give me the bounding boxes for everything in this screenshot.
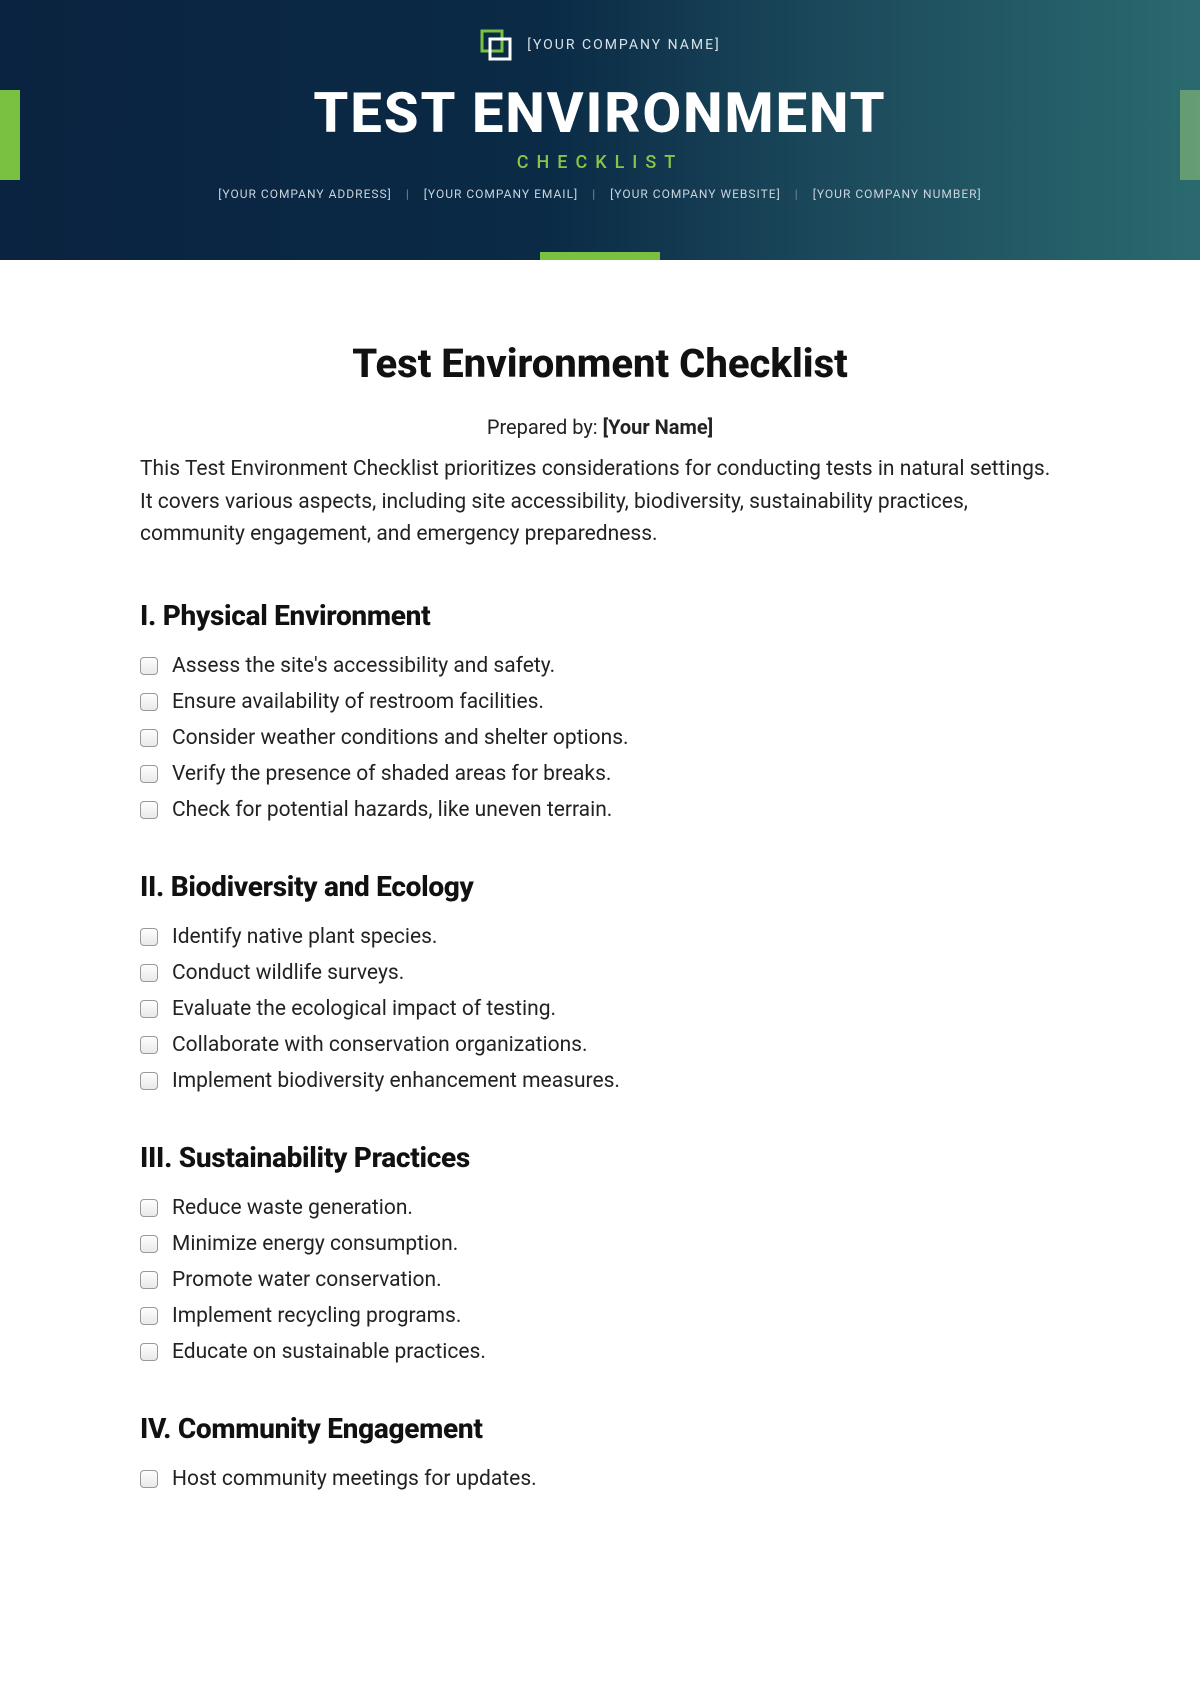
banner-title: TEST ENVIRONMENT <box>0 80 1200 146</box>
checklist-item: Ensure availability of restroom faciliti… <box>140 690 1060 714</box>
banner-subtitle: CHECKLIST <box>0 152 1200 173</box>
checklist-item: Assess the site's accessibility and safe… <box>140 654 1060 678</box>
checklist-item: Check for potential hazards, like uneven… <box>140 798 1060 822</box>
checklist-item-label: Host community meetings for updates. <box>172 1467 537 1491</box>
checkbox-icon[interactable] <box>140 928 158 946</box>
checkbox-icon[interactable] <box>140 801 158 819</box>
checkbox-icon[interactable] <box>140 1235 158 1253</box>
contact-address: [YOUR COMPANY ADDRESS] <box>218 187 392 201</box>
checklist-item-label: Conduct wildlife surveys. <box>172 961 404 985</box>
checkbox-icon[interactable] <box>140 693 158 711</box>
section-heading: I. Physical Environment <box>140 599 1060 632</box>
contact-email: [YOUR COMPANY EMAIL] <box>424 187 578 201</box>
header-banner: [YOUR COMPANY NAME] TEST ENVIRONMENT CHE… <box>0 0 1200 260</box>
checkbox-icon[interactable] <box>140 657 158 675</box>
banner-underline-accent <box>540 252 660 260</box>
checklist-item-label: Reduce waste generation. <box>172 1196 413 1220</box>
checklist-item-label: Educate on sustainable practices. <box>172 1340 486 1364</box>
checklist-item: Host community meetings for updates. <box>140 1467 1060 1491</box>
prepared-by-label: Prepared by: <box>487 415 603 439</box>
logo-row: [YOUR COMPANY NAME] <box>0 28 1200 62</box>
checklist-item-label: Implement biodiversity enhancement measu… <box>172 1069 620 1093</box>
checklist-item: Minimize energy consumption. <box>140 1232 1060 1256</box>
checklist-item: Conduct wildlife surveys. <box>140 961 1060 985</box>
checkbox-icon[interactable] <box>140 729 158 747</box>
section-heading: II. Biodiversity and Ecology <box>140 870 1060 903</box>
checklist-item: Educate on sustainable practices. <box>140 1340 1060 1364</box>
checkbox-icon[interactable] <box>140 1271 158 1289</box>
prepared-by-name: [Your Name] <box>603 415 714 439</box>
checkbox-icon[interactable] <box>140 1343 158 1361</box>
checkbox-icon[interactable] <box>140 964 158 982</box>
checkbox-icon[interactable] <box>140 1036 158 1054</box>
checkbox-icon[interactable] <box>140 765 158 783</box>
page-body: Test Environment Checklist Prepared by: … <box>100 260 1100 1543</box>
checklist-item-label: Minimize energy consumption. <box>172 1232 458 1256</box>
section-physical-environment: I. Physical Environment Assess the site'… <box>140 599 1060 822</box>
checklist-item: Identify native plant species. <box>140 925 1060 949</box>
checkbox-icon[interactable] <box>140 1307 158 1325</box>
contact-number: [YOUR COMPANY NUMBER] <box>813 187 982 201</box>
checklist-item-label: Verify the presence of shaded areas for … <box>172 762 611 786</box>
section-biodiversity-ecology: II. Biodiversity and Ecology Identify na… <box>140 870 1060 1093</box>
separator: | <box>406 187 410 201</box>
checkbox-icon[interactable] <box>140 1470 158 1488</box>
company-name: [YOUR COMPANY NAME] <box>527 37 721 53</box>
checklist-item: Implement biodiversity enhancement measu… <box>140 1069 1060 1093</box>
prepared-by-row: Prepared by: [Your Name] <box>140 415 1060 439</box>
intro-paragraph: This Test Environment Checklist prioriti… <box>140 453 1060 551</box>
checklist-item: Evaluate the ecological impact of testin… <box>140 997 1060 1021</box>
checklist-item: Reduce waste generation. <box>140 1196 1060 1220</box>
contact-website: [YOUR COMPANY WEBSITE] <box>610 187 781 201</box>
checklist-item-label: Ensure availability of restroom faciliti… <box>172 690 544 714</box>
checkbox-icon[interactable] <box>140 1000 158 1018</box>
checkbox-icon[interactable] <box>140 1072 158 1090</box>
checklist-item: Implement recycling programs. <box>140 1304 1060 1328</box>
checklist-item-label: Identify native plant species. <box>172 925 437 949</box>
banner-contact-row: [YOUR COMPANY ADDRESS] | [YOUR COMPANY E… <box>0 187 1200 201</box>
accent-bar-left <box>0 90 20 180</box>
checklist-item-label: Assess the site's accessibility and safe… <box>172 654 555 678</box>
checklist-item-label: Collaborate with conservation organizati… <box>172 1033 588 1057</box>
section-heading: III. Sustainability Practices <box>140 1141 1060 1174</box>
company-logo-icon <box>479 28 513 62</box>
checkbox-icon[interactable] <box>140 1199 158 1217</box>
section-community-engagement: IV. Community Engagement Host community … <box>140 1412 1060 1491</box>
page-title: Test Environment Checklist <box>140 340 1060 387</box>
checklist-item-label: Evaluate the ecological impact of testin… <box>172 997 556 1021</box>
checklist-item: Promote water conservation. <box>140 1268 1060 1292</box>
accent-bar-right <box>1180 90 1200 180</box>
section-sustainability-practices: III. Sustainability Practices Reduce was… <box>140 1141 1060 1364</box>
checklist-item-label: Consider weather conditions and shelter … <box>172 726 629 750</box>
checklist-item-label: Check for potential hazards, like uneven… <box>172 798 612 822</box>
checklist-item: Verify the presence of shaded areas for … <box>140 762 1060 786</box>
section-heading: IV. Community Engagement <box>140 1412 1060 1445</box>
checklist-item-label: Implement recycling programs. <box>172 1304 461 1328</box>
separator: | <box>795 187 799 201</box>
checklist-item-label: Promote water conservation. <box>172 1268 442 1292</box>
checklist-item: Consider weather conditions and shelter … <box>140 726 1060 750</box>
checklist-item: Collaborate with conservation organizati… <box>140 1033 1060 1057</box>
separator: | <box>592 187 596 201</box>
